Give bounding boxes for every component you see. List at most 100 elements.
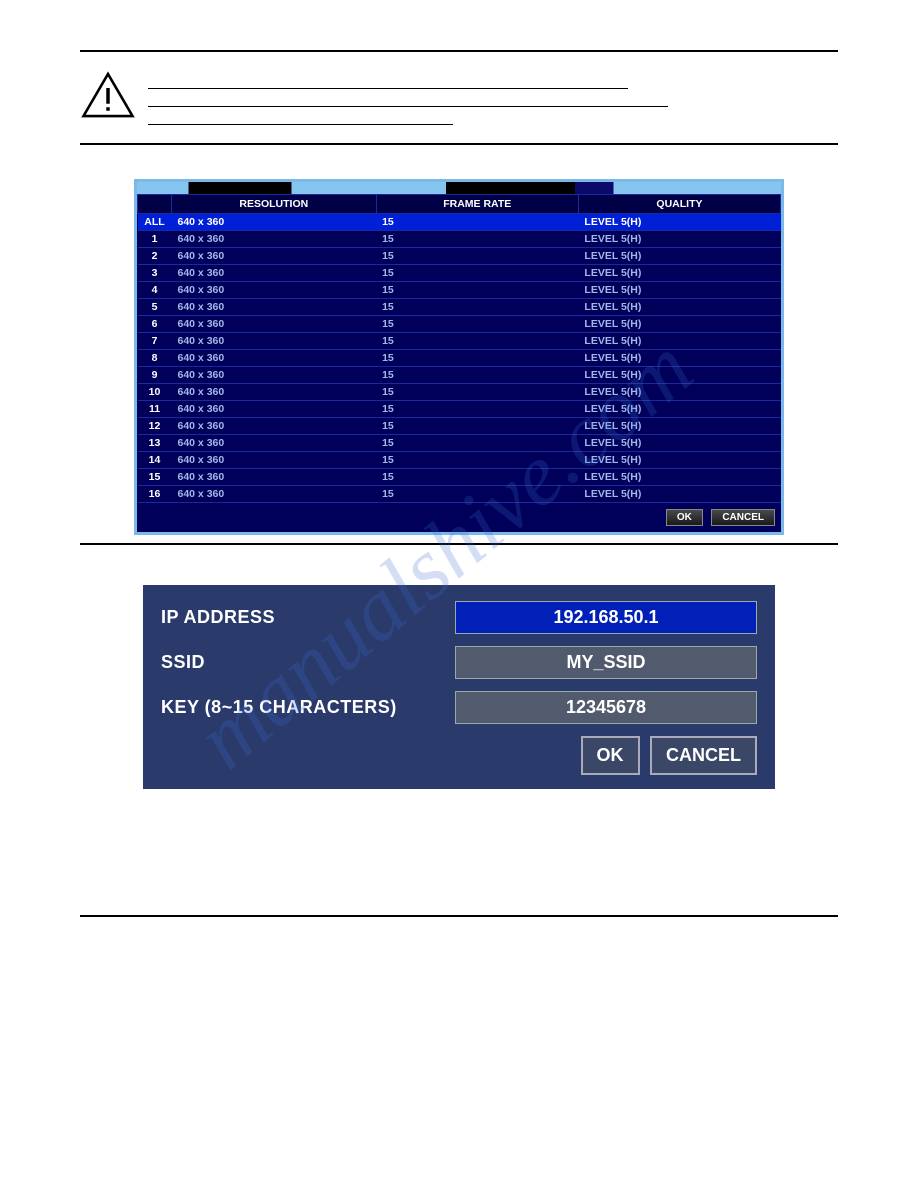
frame-rate-cell[interactable]: 15 [376,452,578,469]
resolution-cell[interactable]: 640 x 360 [172,282,377,299]
resolution-cell[interactable]: 640 x 360 [172,248,377,265]
table-row[interactable]: 10640 x 36015LEVEL 5(H) [138,384,781,401]
quality-cell[interactable]: LEVEL 5(H) [578,435,780,452]
frame-rate-cell[interactable]: 15 [376,384,578,401]
quality-cell[interactable]: LEVEL 5(H) [578,248,780,265]
ok-button[interactable]: OK [666,509,703,526]
table-row[interactable]: 11640 x 36015LEVEL 5(H) [138,401,781,418]
frame-rate-cell[interactable]: 15 [376,367,578,384]
frame-rate-cell[interactable]: 15 [376,469,578,486]
resolution-cell[interactable]: 640 x 360 [172,486,377,503]
resolution-cell[interactable]: 640 x 360 [172,333,377,350]
ssid-field[interactable]: MY_SSID [455,646,757,679]
frame-rate-cell[interactable]: 15 [376,486,578,503]
dvr-settings-table: RESOLUTION FRAME RATE QUALITY ALL640 x 3… [137,194,781,503]
ok-button[interactable]: OK [581,736,640,775]
wifi-settings-panel: IP ADDRESS 192.168.50.1 SSID MY_SSID KEY… [143,585,775,789]
row-id: 6 [138,316,172,333]
resolution-cell[interactable]: 640 x 360 [172,367,377,384]
quality-cell[interactable]: LEVEL 5(H) [578,418,780,435]
resolution-cell[interactable]: 640 x 360 [172,316,377,333]
frame-rate-cell[interactable]: 15 [376,418,578,435]
table-row[interactable]: 3640 x 36015LEVEL 5(H) [138,265,781,282]
resolution-cell[interactable]: 640 x 360 [172,452,377,469]
frame-rate-cell[interactable]: 15 [376,231,578,248]
table-row[interactable]: 9640 x 36015LEVEL 5(H) [138,367,781,384]
frame-rate-cell[interactable]: 15 [376,435,578,452]
quality-cell[interactable]: LEVEL 5(H) [578,401,780,418]
frame-rate-cell[interactable]: 15 [376,350,578,367]
table-row[interactable]: 1640 x 36015LEVEL 5(H) [138,231,781,248]
table-row[interactable]: 6640 x 36015LEVEL 5(H) [138,316,781,333]
row-id: 3 [138,265,172,282]
row-id: 16 [138,486,172,503]
resolution-cell[interactable]: 640 x 360 [172,384,377,401]
frame-rate-cell[interactable]: 15 [376,299,578,316]
row-id: 14 [138,452,172,469]
key-field[interactable]: 12345678 [455,691,757,724]
quality-cell[interactable]: LEVEL 5(H) [578,316,780,333]
quality-cell[interactable]: LEVEL 5(H) [578,350,780,367]
col-header-resolution[interactable]: RESOLUTION [172,195,377,214]
quality-cell[interactable]: LEVEL 5(H) [578,452,780,469]
quality-cell[interactable]: LEVEL 5(H) [578,265,780,282]
frame-rate-cell[interactable]: 15 [376,333,578,350]
quality-cell[interactable]: LEVEL 5(H) [578,231,780,248]
row-id: ALL [138,214,172,231]
resolution-cell[interactable]: 640 x 360 [172,435,377,452]
resolution-cell[interactable]: 640 x 360 [172,214,377,231]
cancel-button[interactable]: CANCEL [711,509,775,526]
row-id: 5 [138,299,172,316]
frame-rate-cell[interactable]: 15 [376,401,578,418]
table-row[interactable]: 14640 x 36015LEVEL 5(H) [138,452,781,469]
col-header-quality[interactable]: QUALITY [578,195,780,214]
frame-rate-cell[interactable]: 15 [376,214,578,231]
table-row[interactable]: 15640 x 36015LEVEL 5(H) [138,469,781,486]
row-id: 7 [138,333,172,350]
resolution-cell[interactable]: 640 x 360 [172,350,377,367]
row-id: 1 [138,231,172,248]
resolution-cell[interactable]: 640 x 360 [172,418,377,435]
table-row[interactable]: 5640 x 36015LEVEL 5(H) [138,299,781,316]
table-row[interactable]: ALL640 x 36015LEVEL 5(H) [138,214,781,231]
col-header-blank [138,195,172,214]
table-row[interactable]: 16640 x 36015LEVEL 5(H) [138,486,781,503]
resolution-cell[interactable]: 640 x 360 [172,299,377,316]
resolution-cell[interactable]: 640 x 360 [172,469,377,486]
ip-address-field[interactable]: 192.168.50.1 [455,601,757,634]
quality-cell[interactable]: LEVEL 5(H) [578,299,780,316]
row-id: 9 [138,367,172,384]
frame-rate-cell[interactable]: 15 [376,316,578,333]
resolution-cell[interactable]: 640 x 360 [172,401,377,418]
table-row[interactable]: 4640 x 36015LEVEL 5(H) [138,282,781,299]
warning-block [80,50,838,145]
cancel-button[interactable]: CANCEL [650,736,757,775]
table-row[interactable]: 8640 x 36015LEVEL 5(H) [138,350,781,367]
table-row[interactable]: 12640 x 36015LEVEL 5(H) [138,418,781,435]
quality-cell[interactable]: LEVEL 5(H) [578,384,780,401]
frame-rate-cell[interactable]: 15 [376,248,578,265]
panel-top-strip [137,182,781,194]
row-id: 15 [138,469,172,486]
dvr-settings-panel: RESOLUTION FRAME RATE QUALITY ALL640 x 3… [134,179,784,535]
quality-cell[interactable]: LEVEL 5(H) [578,333,780,350]
quality-cell[interactable]: LEVEL 5(H) [578,214,780,231]
ip-address-label: IP ADDRESS [161,607,455,628]
quality-cell[interactable]: LEVEL 5(H) [578,282,780,299]
dvr-footer: OK CANCEL [137,503,781,532]
quality-cell[interactable]: LEVEL 5(H) [578,469,780,486]
row-id: 10 [138,384,172,401]
table-row[interactable]: 2640 x 36015LEVEL 5(H) [138,248,781,265]
ssid-label: SSID [161,652,455,673]
table-row[interactable]: 7640 x 36015LEVEL 5(H) [138,333,781,350]
key-label: KEY (8~15 CHARACTERS) [161,697,455,718]
quality-cell[interactable]: LEVEL 5(H) [578,486,780,503]
frame-rate-cell[interactable]: 15 [376,282,578,299]
frame-rate-cell[interactable]: 15 [376,265,578,282]
resolution-cell[interactable]: 640 x 360 [172,265,377,282]
table-row[interactable]: 13640 x 36015LEVEL 5(H) [138,435,781,452]
col-header-frame-rate[interactable]: FRAME RATE [376,195,578,214]
quality-cell[interactable]: LEVEL 5(H) [578,367,780,384]
resolution-cell[interactable]: 640 x 360 [172,231,377,248]
horizontal-divider [80,915,838,917]
